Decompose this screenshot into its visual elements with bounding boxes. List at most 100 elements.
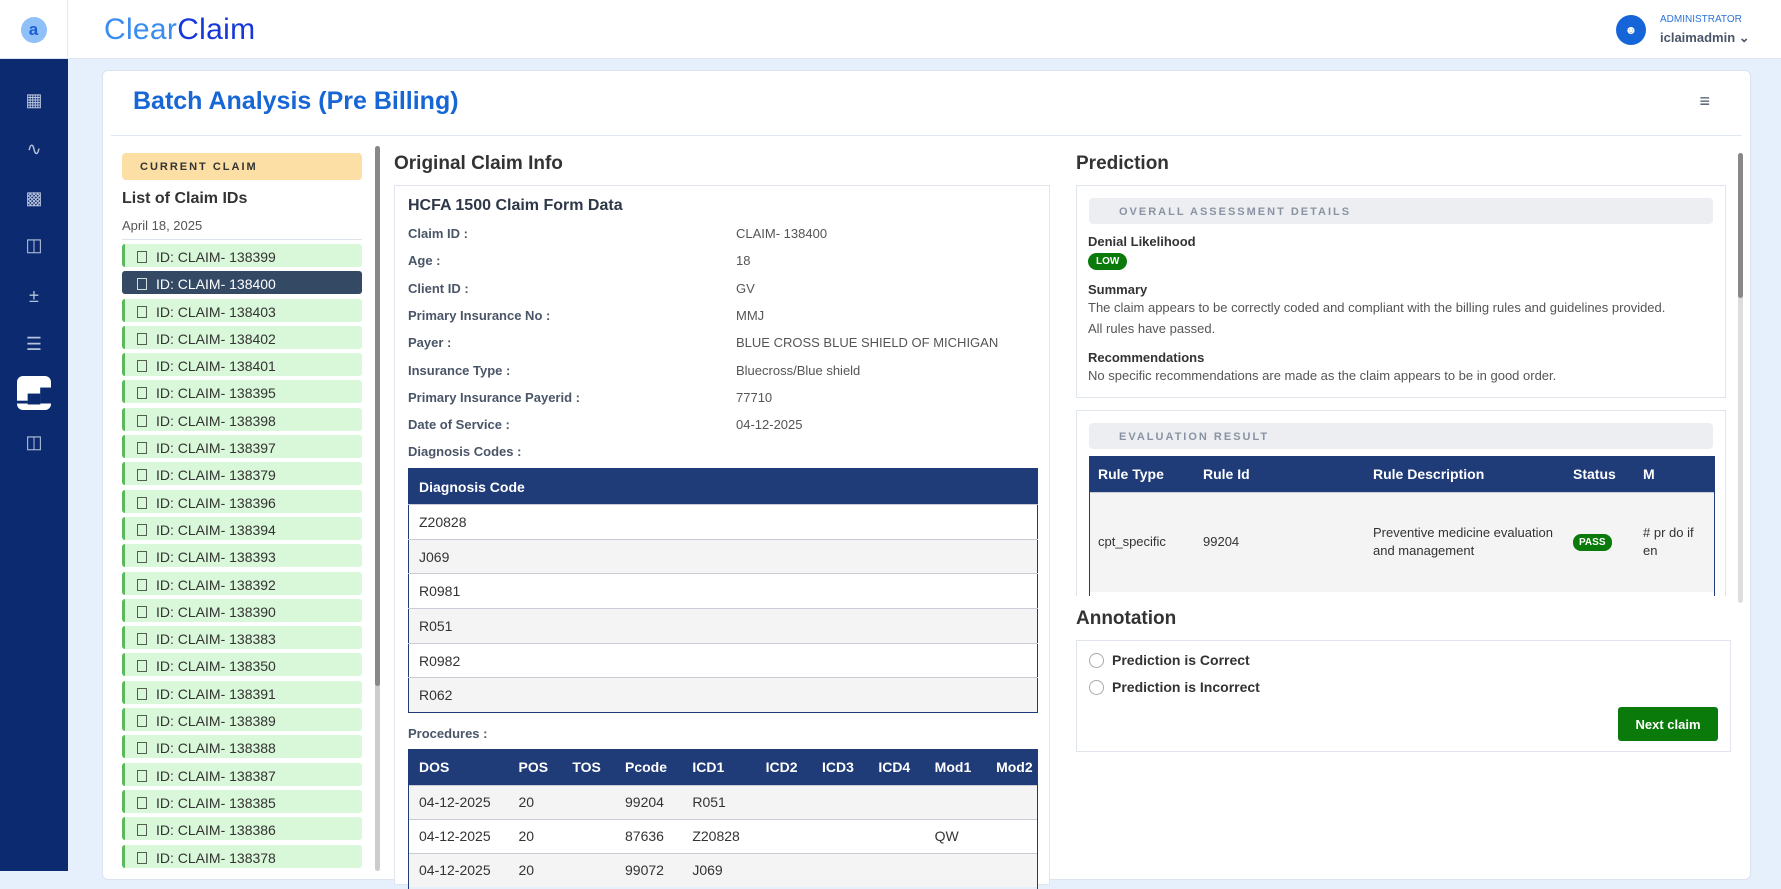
- procedure-column-header: Mod1: [924, 749, 987, 785]
- document-icon: [137, 251, 147, 263]
- overall-assessment-box: OVERALL ASSESSMENT DETAILS Denial Likeli…: [1076, 185, 1726, 398]
- field-value: 04-12-2025: [736, 417, 803, 433]
- procedure-cell: 04-12-2025: [409, 852, 509, 887]
- message-icon[interactable]: ◫: [17, 425, 51, 459]
- claim-list-scrollbar[interactable]: [375, 146, 380, 871]
- page-title: Batch Analysis (Pre Billing): [133, 87, 459, 115]
- procedure-cell: [986, 784, 1037, 819]
- radio-circle-icon[interactable]: [1089, 679, 1104, 695]
- evaluation-result-box: EVALUATION RESULT Rule Type Rule Id Rule…: [1076, 410, 1726, 596]
- claim-list-item[interactable]: ID: CLAIM- 138400: [122, 271, 362, 295]
- radio-prediction-correct[interactable]: Prediction is Correct: [1089, 652, 1250, 668]
- claim-list-item[interactable]: ID: CLAIM- 138383: [122, 626, 362, 650]
- field-value: MMJ: [736, 307, 765, 323]
- document-icon: [137, 305, 147, 318]
- calculator-icon[interactable]: ±: [17, 279, 51, 313]
- claim-list-item[interactable]: ID: CLAIM- 138390: [122, 598, 362, 622]
- procedure-cell: 20: [508, 784, 563, 819]
- app-logo[interactable]: a: [0, 0, 68, 59]
- procedure-cell: [868, 852, 925, 887]
- list-icon[interactable]: ☰: [17, 327, 51, 361]
- procedure-cell: [986, 818, 1037, 853]
- claim-list-item[interactable]: ID: CLAIM- 138402: [122, 325, 362, 349]
- rule-type: cpt_specific: [1090, 491, 1195, 592]
- document-icon: [137, 851, 147, 864]
- claim-list-item[interactable]: ID: CLAIM- 138394: [122, 516, 362, 540]
- field-value: Bluecross/Blue shield: [736, 362, 861, 378]
- field-label: Payer :: [408, 335, 452, 351]
- radio-circle-icon[interactable]: [1089, 652, 1104, 668]
- document-icon: [137, 360, 147, 373]
- document-icon: [137, 769, 147, 782]
- procedure-cell: [562, 852, 615, 887]
- field-label: Primary Insurance No :: [408, 307, 551, 323]
- annotation-title: Annotation: [1076, 608, 1736, 630]
- rule-id: 99204: [1195, 491, 1365, 592]
- table-row: 04-12-2025 20 99204 R051: [409, 784, 1037, 819]
- diagnosis-code: R051: [408, 608, 1038, 644]
- claim-list-item[interactable]: ID: CLAIM- 138387: [122, 762, 362, 786]
- claim-list-item[interactable]: ID: CLAIM- 138378: [122, 844, 362, 868]
- document-icon: [137, 824, 147, 837]
- claim-list-item[interactable]: ID: CLAIM- 138395: [122, 380, 362, 404]
- procedure-cell: 99072: [615, 852, 683, 887]
- document-icon: [137, 278, 147, 291]
- diagnosis-code: R0982: [408, 642, 1038, 678]
- radio-prediction-incorrect[interactable]: Prediction is Incorrect: [1089, 679, 1260, 695]
- claim-list-item[interactable]: ID: CLAIM- 138398: [122, 407, 362, 431]
- original-claim-title: Original Claim Info: [394, 153, 563, 174]
- activity-icon[interactable]: ∿: [17, 132, 51, 166]
- claim-list-item[interactable]: ID: CLAIM- 138391: [122, 680, 362, 704]
- claim-list-title: List of Claim IDs: [122, 190, 248, 207]
- document-icon: [137, 605, 147, 618]
- diagnosis-table: Diagnosis Code Z20828 J069 R0981 R051 R0982 R…: [408, 468, 1038, 714]
- procedure-cell: [924, 852, 987, 887]
- document-icon: [137, 551, 147, 564]
- document-icon: [137, 715, 147, 728]
- claim-list-item[interactable]: ID: CLAIM- 138403: [122, 298, 362, 322]
- claim-list-item[interactable]: ID: CLAIM- 138401: [122, 353, 362, 377]
- field-label: Primary Insurance Payerid :: [408, 389, 580, 405]
- prediction-scrollbar[interactable]: [1738, 153, 1743, 603]
- claim-list-item[interactable]: ID: CLAIM- 138385: [122, 789, 362, 813]
- claim-list-item[interactable]: ID: CLAIM- 138379: [122, 462, 362, 486]
- widgets-icon[interactable]: ◫: [17, 228, 51, 262]
- claim-list-item[interactable]: ID: CLAIM- 138392: [122, 571, 362, 595]
- next-claim-button[interactable]: Next claim: [1618, 707, 1718, 741]
- field-label: Date of Service :: [408, 417, 510, 433]
- rule-description: Preventive medicine evaluation and manag…: [1365, 491, 1565, 592]
- procedure-cell: [755, 852, 812, 887]
- claim-list-item[interactable]: ID: CLAIM- 138388: [122, 735, 362, 759]
- procedure-column-header: POS: [508, 749, 563, 785]
- diagnosis-header: Diagnosis Code: [408, 468, 1038, 505]
- claim-list-item[interactable]: ID: CLAIM- 138397: [122, 435, 362, 459]
- procedure-cell: Z20828: [682, 818, 756, 853]
- procedure-cell: 87636: [615, 818, 683, 853]
- analytics-icon[interactable]: ▩: [17, 181, 51, 215]
- claim-list-item[interactable]: ID: CLAIM- 138399: [122, 244, 362, 267]
- procedure-cell: 04-12-2025: [409, 784, 509, 819]
- user-avatar-icon[interactable]: ☻: [1616, 15, 1646, 45]
- field-value: CLAIM- 138400: [736, 226, 828, 241]
- filter-icon[interactable]: ≡: [1699, 91, 1710, 112]
- dashboard-icon[interactable]: ▦: [17, 83, 51, 117]
- col-message: M: [1635, 456, 1714, 492]
- document-icon: [137, 523, 147, 536]
- procedure-column-header: DOS: [409, 749, 509, 785]
- claim-list-item[interactable]: ID: CLAIM- 138350: [122, 653, 362, 677]
- claim-list-item[interactable]: ID: CLAIM- 138396: [122, 489, 362, 513]
- document-icon: [137, 687, 147, 700]
- claim-list-item[interactable]: ID: CLAIM- 138389: [122, 708, 362, 732]
- bar-chart-icon[interactable]: ▁▄▆: [14, 376, 54, 410]
- procedure-cell: 99204: [615, 784, 683, 819]
- procedure-cell: [755, 784, 812, 819]
- evaluation-table: Rule Type Rule Id Rule Description Statu…: [1090, 456, 1714, 592]
- claim-list-item[interactable]: ID: CLAIM- 138393: [122, 544, 362, 568]
- procedure-cell: [562, 784, 615, 819]
- field-label: Claim ID :: [408, 226, 468, 241]
- procedures-table: DOSPOSTOSPcodeICD1ICD2ICD3ICD4Mod1Mod2Mo…: [409, 749, 1037, 887]
- user-menu[interactable]: iclaimadmin ⌄: [1660, 30, 1750, 46]
- claim-list-item[interactable]: ID: CLAIM- 138386: [122, 817, 362, 841]
- procedure-cell: 04-12-2025: [409, 818, 509, 853]
- field-label: Client ID :: [408, 280, 469, 296]
